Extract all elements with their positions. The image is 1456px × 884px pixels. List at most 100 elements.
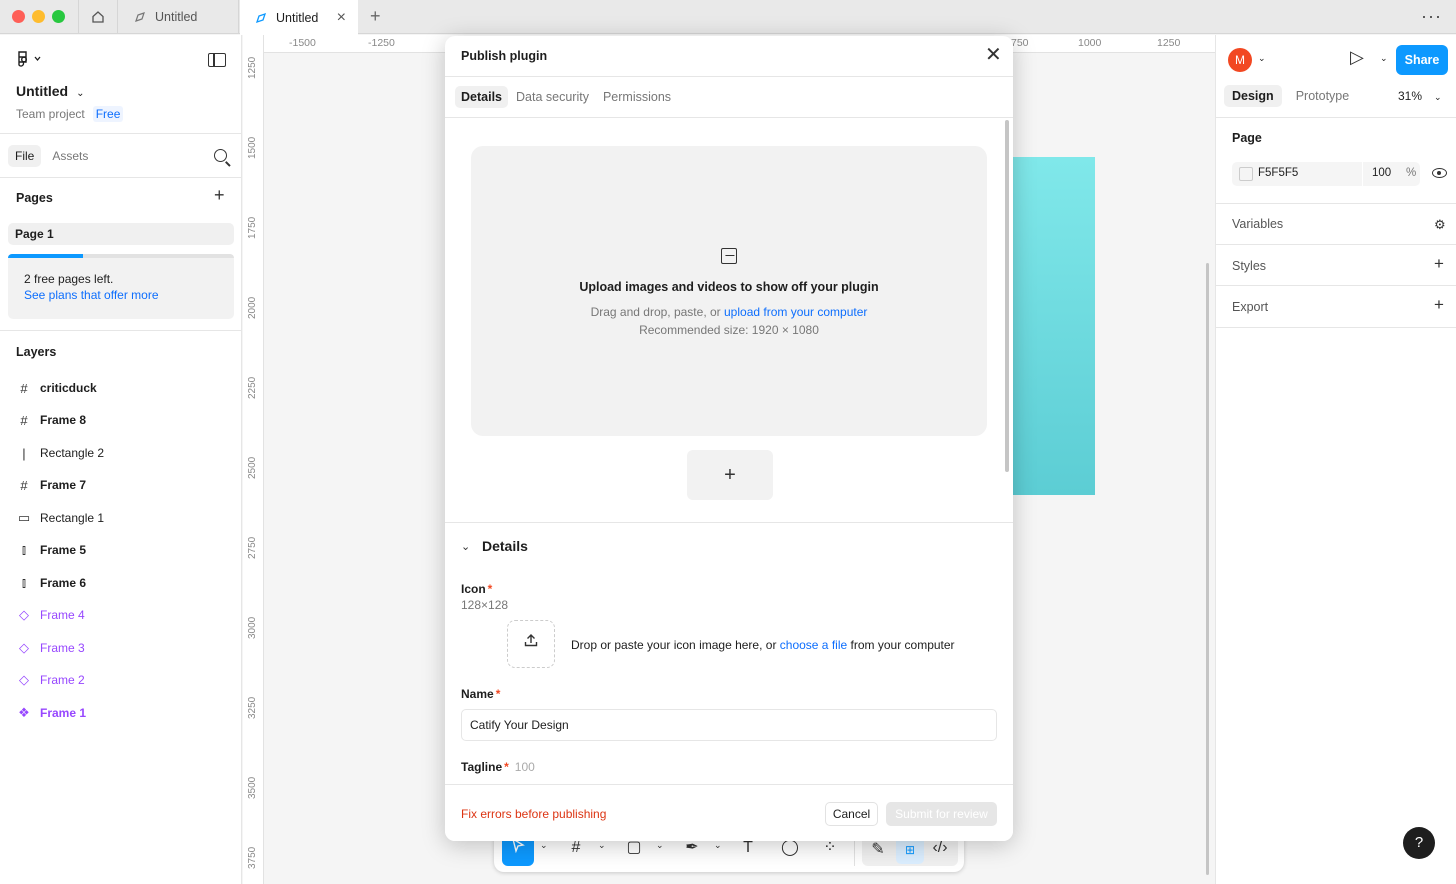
new-tab-button[interactable]: +	[370, 6, 381, 27]
present-play-icon[interactable]: ▷	[1350, 47, 1364, 68]
close-icon[interactable]: ✕	[985, 45, 1002, 65]
tagline-label-text: Tagline	[461, 760, 503, 774]
window-zoom-button[interactable]	[52, 10, 65, 23]
divider	[445, 117, 1013, 118]
sidebar-toggle-icon[interactable]	[208, 53, 226, 67]
ruler-tick: 1750	[247, 216, 258, 239]
chevron-down-icon[interactable]: ⌄	[461, 540, 470, 553]
layer-item[interactable]: # Frame 8	[16, 410, 86, 430]
layer-item[interactable]: ▭ Rectangle 1	[16, 508, 104, 528]
layer-item[interactable]: ◇ Frame 3	[16, 638, 85, 658]
draw-mode-icon[interactable]: ✎	[868, 840, 888, 860]
layer-item[interactable]: ◇ Frame 4	[16, 605, 85, 625]
frame-tool-icon[interactable]: #	[566, 838, 586, 858]
recommended-size: Recommended size: 1920 × 1080	[639, 323, 819, 337]
tab-design[interactable]: Design	[1224, 85, 1282, 107]
upload-instructions: Drag and drop, paste, or upload from you…	[471, 305, 987, 319]
zoom-dropdown[interactable]: 31% ⌄	[1398, 89, 1442, 103]
icon-size-hint: 128×128	[461, 598, 509, 612]
avatar[interactable]: M	[1228, 48, 1252, 72]
layer-label: Frame 4	[40, 608, 85, 622]
window-minimize-button[interactable]	[32, 10, 45, 23]
home-button[interactable]	[78, 0, 118, 34]
chevron-down-icon[interactable]: ⌄	[656, 840, 664, 851]
layer-label: criticduck	[40, 381, 97, 395]
tab-data-security[interactable]: Data security	[510, 86, 595, 108]
required-mark: *	[487, 582, 493, 596]
chevron-down-icon[interactable]: ⌄	[598, 840, 606, 851]
cancel-button[interactable]: Cancel	[825, 802, 878, 826]
layer-item[interactable]: ⫾ Frame 5	[16, 540, 86, 560]
add-media-button[interactable]: +	[687, 450, 773, 500]
more-options-icon[interactable]: ···	[1421, 6, 1442, 27]
help-button[interactable]: ?	[1403, 827, 1435, 859]
publish-plugin-dialog: Publish plugin ✕ Details Data security P…	[445, 36, 1013, 841]
icon-upload-button[interactable]	[507, 620, 555, 668]
name-label: Name *	[461, 687, 500, 701]
share-button[interactable]: Share	[1396, 45, 1448, 75]
tab-untitled-2[interactable]: Untitled ×	[240, 0, 358, 35]
chevron-down-icon[interactable]: ⌄	[714, 840, 722, 851]
details-section-title[interactable]: Details	[482, 538, 528, 554]
add-page-icon[interactable]: +	[214, 185, 225, 206]
tab-permissions[interactable]: Permissions	[597, 86, 677, 108]
eye-icon[interactable]	[1432, 168, 1447, 178]
dialog-scrollbar[interactable]	[1005, 120, 1009, 472]
auto-layout-icon: ⫾	[21, 542, 27, 557]
page-color-field[interactable]: F5F5F5 100 %	[1232, 162, 1420, 186]
layer-item[interactable]: ⫾ Frame 6	[16, 573, 86, 593]
window-close-button[interactable]	[12, 10, 25, 23]
figma-menu-button[interactable]	[16, 51, 42, 72]
ruler-tick: -1250	[368, 37, 395, 49]
ruler-tick: 2750	[247, 536, 258, 559]
comment-tool-icon[interactable]: ◯	[780, 838, 800, 858]
variables-label[interactable]: Variables	[1232, 217, 1283, 231]
pen-tool-icon[interactable]: ✒	[682, 838, 702, 858]
vertical-scrollbar[interactable]	[1206, 263, 1209, 875]
icon-drop-suffix: from your computer	[847, 638, 955, 652]
plugin-name-input[interactable]	[461, 709, 997, 741]
chevron-down-icon[interactable]: ⌄	[1258, 53, 1266, 64]
tab-untitled-1[interactable]: Untitled	[119, 0, 239, 34]
page-item-page-1[interactable]: Page 1	[8, 223, 234, 245]
layer-item[interactable]: # criticduck	[16, 378, 97, 398]
instance-icon: ◇	[19, 672, 29, 687]
tab-close-icon[interactable]: ×	[337, 9, 346, 27]
dialog-footer: Fix errors before publishing Cancel Subm…	[445, 784, 1013, 841]
add-export-icon[interactable]: +	[1434, 295, 1444, 315]
page-opacity[interactable]: 100	[1372, 167, 1391, 179]
upload-link[interactable]: upload from your computer	[724, 305, 867, 319]
divider	[1216, 117, 1456, 118]
layer-item[interactable]: ◇ Frame 2	[16, 670, 85, 690]
team-name[interactable]: Team project	[16, 107, 85, 121]
page-color-hex[interactable]: F5F5F5	[1258, 167, 1298, 179]
media-upload-dropzone[interactable]: Upload images and videos to show off you…	[471, 146, 987, 436]
tab-details[interactable]: Details	[455, 86, 508, 108]
chevron-down-icon[interactable]: ⌄	[1380, 53, 1388, 64]
auto-layout-icon: ⫾	[21, 575, 27, 590]
layer-item[interactable]: ❖ Frame 1	[16, 703, 86, 723]
file-title[interactable]: Untitled ⌄	[16, 83, 85, 99]
rectangle-icon: ▭	[17, 510, 31, 525]
search-icon[interactable]	[214, 149, 227, 162]
color-swatch[interactable]	[1239, 167, 1253, 181]
tab-assets[interactable]: Assets	[45, 145, 95, 167]
frame-icon: #	[20, 477, 28, 493]
chevron-down-icon[interactable]: ⌄	[540, 840, 548, 851]
layer-item[interactable]: # Frame 7	[16, 475, 86, 495]
canvas-frame[interactable]	[1013, 157, 1095, 495]
tab-file[interactable]: File	[8, 145, 42, 167]
see-plans-link[interactable]: See plans that offer more	[24, 288, 159, 302]
layer-item[interactable]: | Rectangle 2	[16, 443, 104, 463]
text-tool-icon[interactable]: T	[738, 838, 758, 858]
divider	[1216, 327, 1456, 328]
choose-file-link[interactable]: choose a file	[780, 638, 847, 652]
tab-label: Untitled	[276, 10, 319, 25]
rectangle-tool-icon[interactable]: ▢	[624, 838, 644, 858]
actions-tool-icon[interactable]: ⁘	[820, 838, 840, 858]
sliders-icon[interactable]: ⚙	[1434, 217, 1446, 233]
submit-for-review-button[interactable]: Submit for review	[886, 802, 997, 826]
tab-prototype[interactable]: Prototype	[1288, 85, 1358, 107]
add-style-icon[interactable]: +	[1434, 254, 1444, 274]
dev-mode-icon[interactable]: ‹/›	[930, 838, 950, 858]
